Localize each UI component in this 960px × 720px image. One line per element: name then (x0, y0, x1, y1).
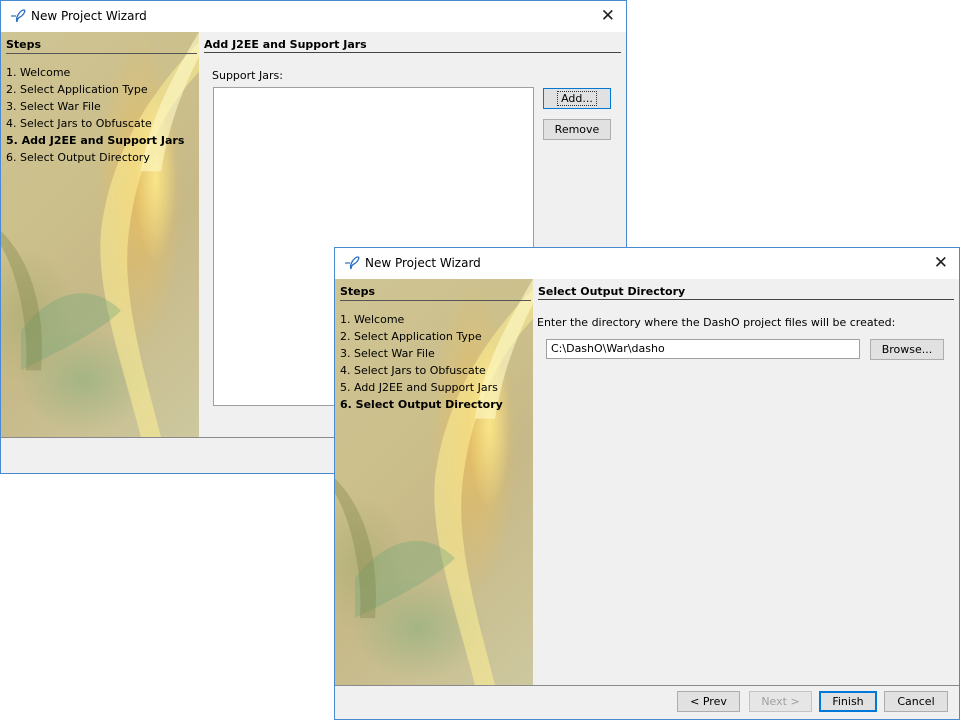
output-directory-input[interactable]: C:\DashO\War\dasho (546, 339, 860, 359)
dasho-logo-icon (345, 256, 360, 270)
step-item: 6. Select Output Directory (6, 151, 150, 164)
steps-heading: Steps (340, 285, 376, 298)
window-title: New Project Wizard (365, 256, 481, 270)
step-item: 2. Select Application Type (6, 83, 148, 96)
close-icon[interactable]: ✕ (934, 253, 948, 273)
steps-sidebar: Steps 1. Welcome 2. Select Application T… (1, 32, 199, 437)
remove-button[interactable]: Remove (543, 119, 611, 140)
step-item: 4. Select Jars to Obfuscate (340, 364, 486, 377)
step-item: 5. Add J2EE and Support Jars (340, 381, 498, 394)
dasho-logo-icon (11, 9, 26, 23)
wizard-panel: Select Output Directory Enter the direct… (533, 279, 959, 685)
add-button-label: Add... (557, 91, 597, 106)
step-item-current: 5. Add J2EE and Support Jars (6, 134, 185, 147)
window-title: New Project Wizard (31, 9, 147, 23)
step-item-current: 6. Select Output Directory (340, 398, 503, 411)
wizard-footer: < Prev Next > Finish Cancel (335, 685, 959, 719)
steps-list: 1. Welcome 2. Select Application Type 3.… (6, 64, 184, 166)
steps-heading: Steps (6, 38, 42, 51)
panel-divider (538, 299, 954, 300)
steps-divider (6, 53, 197, 54)
prev-button[interactable]: < Prev (677, 691, 740, 712)
step-item: 1. Welcome (6, 66, 71, 79)
step-item: 4. Select Jars to Obfuscate (6, 117, 152, 130)
panel-heading: Add J2EE and Support Jars (204, 38, 367, 51)
add-button[interactable]: Add... (543, 88, 611, 109)
close-icon[interactable]: ✕ (601, 6, 615, 26)
step-item: 3. Select War File (340, 347, 435, 360)
title-bar[interactable]: New Project Wizard ✕ (1, 1, 626, 32)
steps-list: 1. Welcome 2. Select Application Type 3.… (340, 311, 503, 413)
directory-instruction: Enter the directory where the DashO proj… (537, 316, 896, 329)
next-button[interactable]: Next > (749, 691, 812, 712)
support-jars-label: Support Jars: (212, 69, 283, 82)
panel-divider (204, 52, 621, 53)
panel-heading: Select Output Directory (538, 285, 686, 298)
cancel-button[interactable]: Cancel (884, 691, 948, 712)
browse-button[interactable]: Browse... (870, 339, 944, 360)
steps-sidebar: Steps 1. Welcome 2. Select Application T… (335, 279, 533, 685)
wizard-window-output-directory: New Project Wizard ✕ Steps 1. Welcome 2.… (334, 247, 960, 720)
step-item: 1. Welcome (340, 313, 405, 326)
steps-divider (340, 300, 531, 301)
finish-button[interactable]: Finish (819, 691, 877, 712)
title-bar[interactable]: New Project Wizard ✕ (335, 248, 959, 279)
step-item: 3. Select War File (6, 100, 101, 113)
step-item: 2. Select Application Type (340, 330, 482, 343)
